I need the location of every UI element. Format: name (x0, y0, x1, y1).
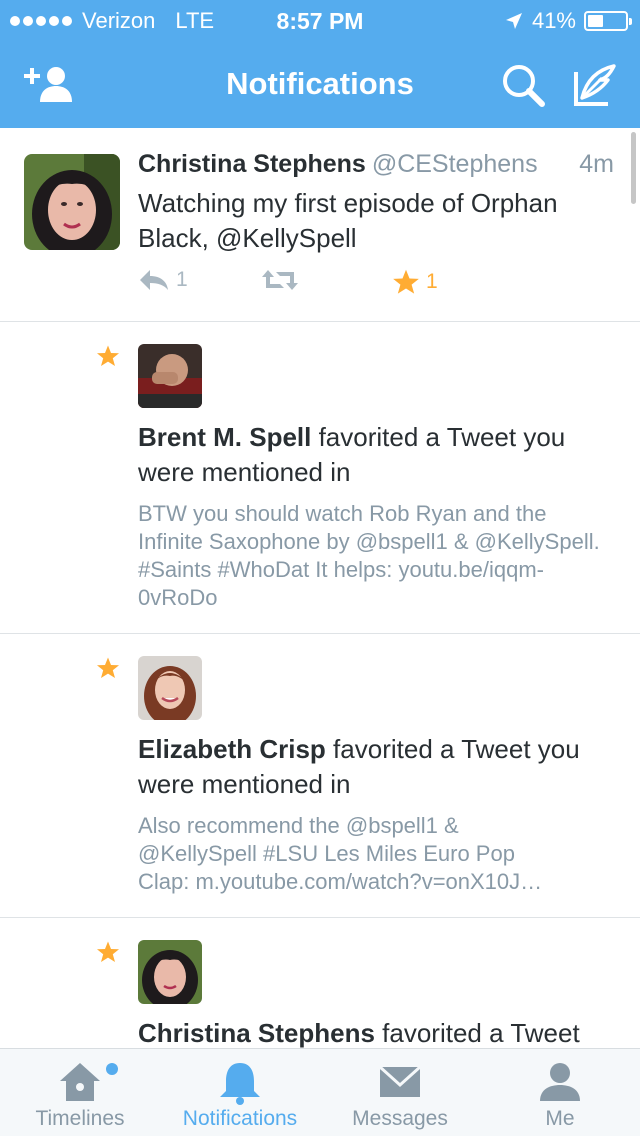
retweet-button[interactable] (260, 268, 300, 292)
battery-percent: 41% (531, 8, 576, 33)
tweet-author-name[interactable]: Christina Stephens (138, 150, 366, 178)
tweet-header: Christina Stephens @CEStephens 4m (138, 150, 618, 179)
reply-count: 1 (176, 268, 188, 291)
reply-button[interactable]: 1 (138, 268, 188, 292)
favorite-star-icon (97, 941, 119, 962)
avatar[interactable] (138, 940, 202, 1004)
notification-actor[interactable]: Elizabeth Crisp (138, 734, 326, 764)
notification-actor[interactable]: Christina Stephens (138, 1018, 375, 1048)
avatar-image (138, 656, 202, 720)
reply-icon (140, 270, 168, 290)
tab-label: Messages (352, 1107, 448, 1130)
home-icon (60, 1063, 100, 1101)
notification-action: favorited a Tweet (374, 1018, 580, 1048)
tab-notifications[interactable]: Notifications (160, 1049, 320, 1136)
scroll-indicator (631, 132, 636, 204)
favorite-star-icon (97, 657, 119, 678)
new-content-badge (106, 1063, 118, 1075)
tab-me[interactable]: Me (480, 1049, 640, 1136)
tab-bar: Timelines Notifications Messages Me (0, 1048, 640, 1136)
location-arrow-icon (505, 13, 522, 29)
avatar-image (138, 344, 202, 408)
notification-quote[interactable]: BTW you should watch Rob Ryan and the In… (138, 500, 616, 612)
status-bar: Verizon LTE 8:57 PM 41% (0, 0, 640, 40)
tab-timelines[interactable]: Timelines (0, 1049, 160, 1136)
avatar[interactable] (138, 656, 202, 720)
header-bar: Verizon LTE 8:57 PM 41% Notifications (0, 0, 640, 128)
notification-quote-line: Clap: m.youtube.com/watch?v=onX10J… (138, 869, 543, 894)
tweet-author-handle[interactable]: @CEStephens (372, 150, 538, 178)
tweet-timestamp: 4m (579, 150, 614, 178)
compose-button[interactable] (572, 62, 620, 106)
battery-icon (584, 11, 632, 31)
tab-messages[interactable]: Messages (320, 1049, 480, 1136)
compose-icon (574, 64, 616, 106)
notification-item[interactable]: Brent M. Spell favorited a Tweet you wer… (0, 322, 640, 634)
notification-item[interactable]: Elizabeth Crisp favorited a Tweet you we… (0, 634, 640, 918)
avatar-image (24, 154, 120, 250)
notification-text: Brent M. Spell favorited a Tweet you wer… (138, 420, 618, 490)
bell-icon (220, 1063, 260, 1105)
star-icon (393, 269, 419, 294)
avatar[interactable] (138, 344, 202, 408)
retweet-icon (262, 270, 298, 290)
search-icon (503, 65, 545, 107)
search-button[interactable] (500, 62, 548, 107)
avatar[interactable] (24, 154, 120, 250)
tab-label: Notifications (182, 1107, 298, 1130)
person-icon (540, 1063, 580, 1101)
tweet-card[interactable]: Christina Stephens @CEStephens 4m Watchin… (0, 128, 640, 322)
notifications-feed[interactable]: Christina Stephens @CEStephens 4m Watchin… (0, 128, 640, 1048)
notification-quote-line: @KellySpell #LSU Les Miles Euro Pop (138, 841, 515, 866)
tweet-actions: 1 1 (138, 268, 538, 302)
favorite-star-icon (97, 345, 119, 366)
status-right: 41% (504, 8, 632, 34)
tab-label: Timelines (35, 1107, 125, 1130)
tweet-text[interactable]: Watching my first episode of Orphan Blac… (138, 186, 618, 256)
favorite-count: 1 (426, 270, 438, 293)
favorite-button[interactable]: 1 (392, 268, 438, 296)
notification-quote[interactable]: Also recommend the @bspell1 & @KellySpel… (138, 812, 616, 896)
battery-level-fill (588, 15, 603, 27)
notification-text: Elizabeth Crisp favorited a Tweet you we… (138, 732, 618, 802)
notification-quote-line: Also recommend the @bspell1 & (138, 813, 459, 838)
notification-text: Christina Stephens favorited a Tweet (138, 1016, 618, 1048)
tab-label: Me (545, 1107, 575, 1130)
envelope-icon (378, 1065, 422, 1097)
avatar-image (138, 940, 202, 1004)
notification-item[interactable]: Christina Stephens favorited a Tweet (0, 918, 640, 1048)
notification-actor[interactable]: Brent M. Spell (138, 422, 311, 452)
